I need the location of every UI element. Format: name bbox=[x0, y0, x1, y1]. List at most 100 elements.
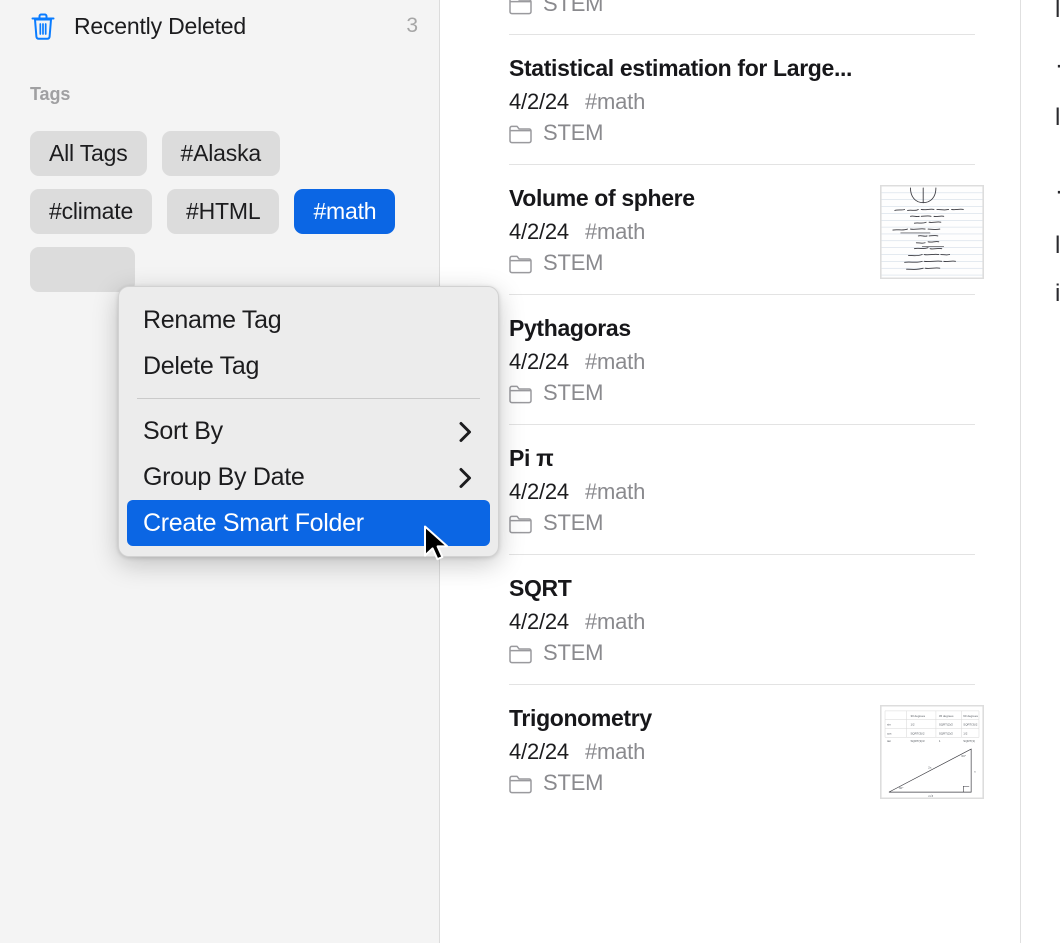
svg-text:SQRT(2)/2: SQRT(2)/2 bbox=[939, 723, 953, 727]
menu-separator bbox=[137, 398, 480, 399]
tag-chip-label: #HTML bbox=[186, 198, 260, 225]
svg-text:60 degrees: 60 degrees bbox=[963, 714, 978, 718]
svg-text:SQRT(3): SQRT(3) bbox=[963, 739, 975, 743]
folder-icon bbox=[509, 514, 532, 533]
note-folder-label: STEM bbox=[543, 640, 603, 666]
note-meta: 4/2/24 #math bbox=[509, 479, 975, 505]
folder-icon bbox=[509, 254, 532, 273]
svg-text:60°: 60° bbox=[961, 754, 966, 758]
note-title: SQRT bbox=[509, 575, 975, 602]
note-folder: STEM bbox=[509, 0, 975, 16]
folder-icon bbox=[509, 0, 532, 14]
folder-icon bbox=[509, 644, 532, 663]
tag-chip-climate[interactable]: #climate bbox=[30, 189, 152, 234]
note-title: Pythagoras bbox=[509, 315, 975, 342]
folder-icon bbox=[509, 124, 532, 143]
note-folder-label: STEM bbox=[543, 0, 603, 16]
note-row[interactable]: Statistical estimation for Large... 4/2/… bbox=[509, 34, 975, 164]
svg-text:1/2: 1/2 bbox=[910, 723, 914, 727]
note-folder-label: STEM bbox=[543, 770, 603, 796]
detail-text-fragment: · bbox=[1055, 178, 1060, 206]
menu-item-label: Create Smart Folder bbox=[143, 509, 364, 538]
tags-section-header: Tags bbox=[30, 84, 70, 105]
note-tag: #math bbox=[585, 349, 645, 375]
note-row[interactable]: SQRT 4/2/24 #math STEM bbox=[509, 554, 975, 684]
tag-chip-math[interactable]: #math bbox=[294, 189, 395, 234]
note-folder-label: STEM bbox=[543, 380, 603, 406]
svg-text:30°: 30° bbox=[899, 786, 904, 790]
tag-chip-alaska[interactable]: #Alaska bbox=[162, 131, 280, 176]
note-folder: STEM bbox=[509, 120, 975, 146]
chevron-right-icon bbox=[459, 421, 472, 442]
svg-text:tan: tan bbox=[887, 739, 891, 743]
note-date: 4/2/24 bbox=[509, 219, 569, 245]
menu-item-sort-by[interactable]: Sort By bbox=[127, 408, 490, 454]
recently-deleted-label: Recently Deleted bbox=[74, 13, 406, 40]
detail-text-fragment: l bbox=[1055, 0, 1060, 24]
note-tag: #math bbox=[585, 739, 645, 765]
tag-chip-html[interactable]: #HTML bbox=[167, 189, 279, 234]
note-meta: 4/2/24 #math bbox=[509, 89, 975, 115]
note-date: 4/2/24 bbox=[509, 609, 569, 635]
note-thumbnail-trigonometry: 30 degrees 45 degrees 60 degrees sin1/2 … bbox=[880, 705, 984, 799]
svg-text:30 degrees: 30 degrees bbox=[910, 714, 925, 718]
note-tag: #math bbox=[585, 219, 645, 245]
note-date: 4/2/24 bbox=[509, 89, 569, 115]
detail-text-fragment: · bbox=[1055, 52, 1060, 80]
folder-icon bbox=[509, 774, 532, 793]
menu-item-create-smart-folder[interactable]: Create Smart Folder bbox=[127, 500, 490, 546]
svg-text:sin: sin bbox=[887, 723, 891, 727]
svg-text:x√3: x√3 bbox=[928, 794, 933, 798]
note-tag: #math bbox=[585, 479, 645, 505]
detail-text-fragment: l bbox=[1055, 232, 1060, 260]
note-tag: #math bbox=[585, 89, 645, 115]
note-thumbnail-handwritten bbox=[880, 185, 984, 279]
menu-item-label: Sort By bbox=[143, 417, 223, 446]
svg-text:SQRT(2)/2: SQRT(2)/2 bbox=[939, 731, 953, 735]
tag-chip-label: #Alaska bbox=[181, 140, 261, 167]
note-folder-label: STEM bbox=[543, 250, 603, 276]
note-tag: #math bbox=[585, 609, 645, 635]
note-date: 4/2/24 bbox=[509, 739, 569, 765]
svg-text:SQRT(3)/2: SQRT(3)/2 bbox=[963, 723, 977, 727]
note-row[interactable]: Volume of sphere 4/2/24 #math STEM bbox=[509, 164, 975, 294]
sidebar-item-recently-deleted[interactable]: Recently Deleted 3 bbox=[0, 0, 440, 52]
tag-chip-obscured[interactable] bbox=[30, 247, 135, 292]
tag-chip-label: All Tags bbox=[49, 140, 128, 167]
note-row[interactable]: Pi π 4/2/24 #math STEM bbox=[509, 424, 975, 554]
chevron-right-icon bbox=[459, 467, 472, 488]
menu-item-label: Group By Date bbox=[143, 463, 304, 492]
svg-text:45 degrees: 45 degrees bbox=[939, 714, 954, 718]
note-row-partial[interactable]: STEM bbox=[509, 0, 975, 16]
svg-text:SQRT(3)/3: SQRT(3)/3 bbox=[910, 739, 924, 743]
menu-item-label: Delete Tag bbox=[143, 352, 259, 381]
note-title: Pi π bbox=[509, 445, 975, 472]
tag-chip-label: #climate bbox=[49, 198, 133, 225]
folder-icon bbox=[509, 384, 532, 403]
trash-icon bbox=[30, 12, 56, 40]
note-list-panel[interactable]: STEM Statistical estimation for Large...… bbox=[441, 0, 1019, 943]
note-folder-label: STEM bbox=[543, 120, 603, 146]
tag-chip-all-tags[interactable]: All Tags bbox=[30, 131, 147, 176]
menu-item-delete-tag[interactable]: Delete Tag bbox=[127, 343, 490, 389]
note-date: 4/2/24 bbox=[509, 349, 569, 375]
notes-app-window: Recently Deleted 3 Tags All Tags #Alaska… bbox=[0, 0, 1060, 943]
note-detail-panel[interactable]: l · l · l i bbox=[1020, 0, 1060, 943]
note-folder: STEM bbox=[509, 510, 975, 536]
note-row[interactable]: Trigonometry 4/2/24 #math STEM bbox=[509, 684, 975, 814]
tag-chip-label: #math bbox=[313, 198, 376, 225]
menu-item-label: Rename Tag bbox=[143, 306, 281, 335]
svg-text:SQRT(3)/2: SQRT(3)/2 bbox=[910, 731, 924, 735]
detail-text-fragment: l bbox=[1055, 104, 1060, 132]
svg-text:2x: 2x bbox=[928, 766, 932, 770]
note-title: Statistical estimation for Large... bbox=[509, 55, 975, 82]
note-folder-label: STEM bbox=[543, 510, 603, 536]
svg-text:1/2: 1/2 bbox=[963, 731, 967, 735]
note-folder: STEM bbox=[509, 640, 975, 666]
menu-item-rename-tag[interactable]: Rename Tag bbox=[127, 297, 490, 343]
menu-item-group-by-date[interactable]: Group By Date bbox=[127, 454, 490, 500]
detail-text-fragment: i bbox=[1055, 280, 1060, 308]
note-row[interactable]: Pythagoras 4/2/24 #math STEM bbox=[509, 294, 975, 424]
tag-context-menu[interactable]: Rename Tag Delete Tag Sort By Group By D… bbox=[118, 286, 499, 557]
note-meta: 4/2/24 #math bbox=[509, 609, 975, 635]
